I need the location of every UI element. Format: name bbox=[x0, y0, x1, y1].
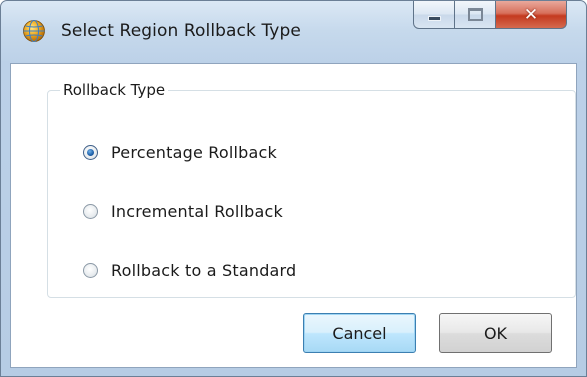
minimize-icon bbox=[427, 16, 441, 21]
close-icon: ✕ bbox=[523, 4, 539, 25]
minimize-button[interactable] bbox=[413, 1, 455, 29]
window-title: Select Region Rollback Type bbox=[61, 21, 301, 41]
dialog-client-area: Rollback Type Percentage Rollback Increm… bbox=[10, 63, 577, 368]
dialog-window: Select Region Rollback Type ✕ Rollback T… bbox=[0, 0, 587, 377]
ok-button[interactable]: OK bbox=[439, 313, 552, 353]
caption-buttons: ✕ bbox=[413, 1, 567, 31]
option-label[interactable]: Rollback to a Standard bbox=[111, 261, 296, 280]
rollback-type-group: Rollback Type Percentage Rollback Increm… bbox=[47, 81, 576, 298]
option-label[interactable]: Percentage Rollback bbox=[111, 143, 277, 162]
group-label: Rollback Type bbox=[60, 81, 169, 99]
option-label[interactable]: Incremental Rollback bbox=[111, 202, 283, 221]
cancel-button[interactable]: Cancel bbox=[303, 313, 416, 353]
close-button[interactable]: ✕ bbox=[496, 1, 567, 29]
title-bar[interactable]: Select Region Rollback Type ✕ bbox=[1, 1, 586, 63]
option-rollback-to-standard[interactable]: Rollback to a Standard bbox=[83, 261, 296, 280]
radio-selected-dot bbox=[87, 149, 94, 156]
globe-icon bbox=[23, 20, 45, 42]
radio-button[interactable] bbox=[83, 204, 98, 219]
option-percentage-rollback[interactable]: Percentage Rollback bbox=[83, 143, 277, 162]
option-incremental-rollback[interactable]: Incremental Rollback bbox=[83, 202, 283, 221]
radio-button[interactable] bbox=[83, 263, 98, 278]
maximize-icon bbox=[467, 8, 483, 21]
radio-button[interactable] bbox=[83, 145, 98, 160]
maximize-button[interactable] bbox=[455, 1, 496, 29]
